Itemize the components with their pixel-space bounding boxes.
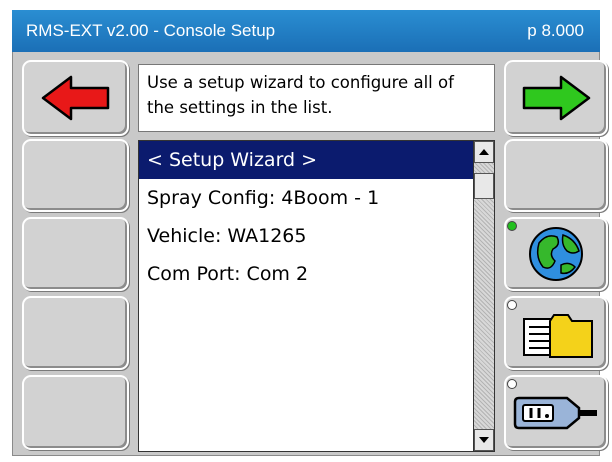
forward-button[interactable] <box>504 60 608 136</box>
back-button[interactable] <box>22 60 129 136</box>
page-number: p 8.000 <box>527 21 584 40</box>
globe-icon <box>529 227 583 281</box>
folder-status-indicator <box>507 300 517 310</box>
globe-status-indicator <box>507 221 517 231</box>
green-right-arrow-icon <box>522 75 591 121</box>
serial-status-indicator <box>507 379 517 389</box>
left-button-4[interactable] <box>22 375 129 450</box>
folder-button[interactable] <box>504 296 608 370</box>
help-description: Use a setup wizard to configure all of t… <box>138 64 495 132</box>
scroll-thumb[interactable] <box>474 173 494 199</box>
settings-list[interactable]: < Setup Wizard > Spray Config: 4Boom - 1… <box>138 140 474 452</box>
globe-button[interactable] <box>504 217 608 291</box>
scroll-up-button[interactable] <box>474 141 494 163</box>
left-button-3[interactable] <box>22 296 129 370</box>
title-bar: RMS-EXT v2.00 - Console Setup p 8.000 <box>12 10 600 52</box>
right-button-blank[interactable] <box>504 139 608 212</box>
serial-port-button[interactable] <box>504 375 608 450</box>
list-scrollbar[interactable] <box>474 140 495 452</box>
scroll-down-button[interactable] <box>474 429 494 451</box>
scroll-up-arrow-icon <box>479 149 489 155</box>
list-item-setup-wizard[interactable]: < Setup Wizard > <box>139 141 473 179</box>
list-item-spray-config[interactable]: Spray Config: 4Boom - 1 <box>139 179 473 217</box>
red-left-arrow-icon <box>41 75 109 121</box>
list-item-com-port[interactable]: Com Port: Com 2 <box>139 255 473 293</box>
left-button-1[interactable] <box>22 139 129 212</box>
left-button-2[interactable] <box>22 217 129 291</box>
window-title: RMS-EXT v2.00 - Console Setup <box>26 21 276 40</box>
scroll-down-arrow-icon <box>479 437 489 443</box>
list-item-vehicle[interactable]: Vehicle: WA1265 <box>139 217 473 255</box>
serial-connector-icon <box>513 396 597 429</box>
folder-documents-icon <box>523 314 593 358</box>
